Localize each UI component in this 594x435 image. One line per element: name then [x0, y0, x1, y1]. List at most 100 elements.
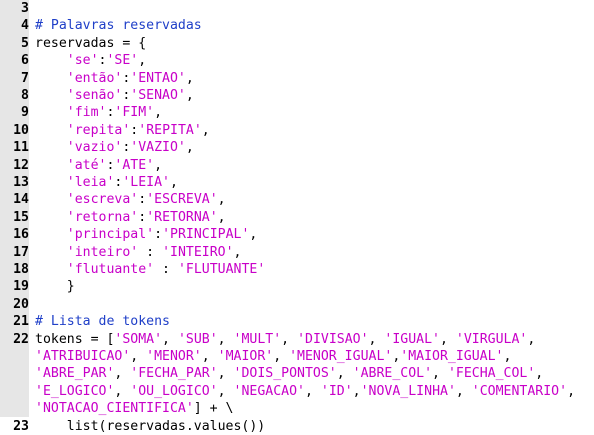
code-text: ,: [217, 383, 234, 399]
code-text: ,: [368, 331, 385, 347]
code-line[interactable]: 23 list(reservadas.values()): [0, 418, 594, 435]
string-literal: 'ABRE_PAR': [35, 366, 115, 382]
string-literal: 'FLUTUANTE': [177, 262, 266, 277]
code-text: ,: [170, 175, 178, 190]
line-number: 6: [21, 53, 29, 69]
string-literal: 'principal': [66, 227, 155, 243]
code-text: reservadas = {: [35, 35, 147, 51]
code-text: ,: [336, 366, 353, 382]
code-text: :: [138, 244, 163, 260]
code-text: ,: [162, 331, 178, 347]
code-text: ,: [201, 122, 210, 138]
code-text: ,: [233, 244, 242, 260]
string-literal: 'retorna': [66, 209, 139, 225]
code-line[interactable]: 9 'fim':'FIM',: [0, 104, 594, 121]
line-number: 22: [13, 331, 29, 347]
code-text: ,: [567, 383, 576, 399]
string-literal: 'MULT': [233, 331, 282, 347]
line-number: 14: [13, 192, 29, 208]
code-text: ,: [217, 192, 226, 208]
code-text: ,: [114, 366, 131, 382]
line-number: 10: [13, 122, 29, 138]
code-comment: # Lista de tokens: [35, 314, 170, 330]
code-text: ,: [352, 383, 361, 399]
string-literal: 'SE': [106, 53, 139, 69]
code-line[interactable]: 13 'leia':'LEIA',: [0, 174, 594, 191]
code-line[interactable]: 21 # Lista de tokens: [0, 313, 594, 330]
code-line[interactable]: 'ABRE_PAR', 'FECHA_PAR', 'DOIS_PONTOS', …: [0, 365, 594, 382]
code-line[interactable]: 17 'inteiro' : 'INTEIRO',: [0, 244, 594, 261]
code-line[interactable]: 19 }: [0, 278, 594, 295]
code-line[interactable]: 7 'então':'ENTAO',: [0, 70, 594, 87]
string-literal: 'INTEIRO': [162, 244, 234, 260]
code-line[interactable]: 16 'principal':'PRINCIPAL',: [0, 226, 594, 243]
code-text: ,: [432, 366, 448, 382]
line-number: 8: [21, 88, 29, 103]
string-literal: 'MAIOR': [217, 349, 274, 364]
code-text: ,: [154, 157, 163, 173]
code-line[interactable]: 11 'vazio':'VAZIO',: [0, 139, 594, 156]
string-literal: 'FECHA_PAR': [130, 366, 218, 382]
line-number: 11: [13, 140, 29, 156]
string-literal: 'leia': [66, 175, 115, 190]
code-line[interactable]: 3: [0, 0, 594, 17]
code-editor[interactable]: 3 4 # Palavras reservadas 5 reservadas = {6 …: [0, 0, 594, 434]
code-line[interactable]: 20: [0, 296, 594, 313]
line-code: 'flutuante' : 'FLUTUANTE': [35, 261, 266, 278]
string-literal: 'ENTAO': [130, 70, 186, 86]
string-literal: 'REPITA': [138, 122, 202, 138]
string-literal: 'até': [66, 157, 107, 173]
line-code: reservadas = {: [35, 35, 146, 52]
line-number: 23: [13, 418, 29, 434]
code-line[interactable]: 5 reservadas = {: [0, 35, 594, 52]
line-code: 'retorna':'RETORNA',: [35, 209, 226, 226]
string-literal: 'DIVISAO': [297, 331, 369, 347]
code-line[interactable]: 12 'até':'ATE',: [0, 157, 594, 174]
code-text: }: [35, 279, 75, 295]
line-code: 'então':'ENTAO',: [35, 70, 194, 87]
string-literal: 'SENAO': [130, 88, 186, 103]
code-line[interactable]: 4 # Palavras reservadas: [0, 17, 594, 34]
line-number: 4: [21, 18, 29, 34]
code-text: ,: [440, 331, 456, 347]
string-literal: 'senão': [66, 88, 123, 103]
line-code: 'E_LOGICO', 'OU_LOGICO', 'NEGACAO', 'ID'…: [35, 383, 575, 400]
string-literal: 'VIRGULA': [455, 331, 528, 347]
code-text: ,: [455, 383, 472, 399]
code-line[interactable]: 'E_LOGICO', 'OU_LOGICO', 'NEGACAO', 'ID'…: [0, 383, 594, 400]
code-line[interactable]: 'NOTACAO_CIENTIFICA'] + \: [0, 400, 594, 417]
code-text: ,: [185, 140, 194, 156]
string-literal: 'IGUAL': [384, 331, 440, 347]
code-line[interactable]: 18 'flutuante' : 'FLUTUANTE': [0, 261, 594, 278]
code-text: ,: [114, 383, 131, 399]
code-text: ,: [503, 349, 512, 364]
string-literal: 'então': [66, 70, 123, 86]
code-text: ,: [527, 331, 536, 347]
string-literal: 'flutuante': [66, 262, 155, 277]
code-line[interactable]: 6 'se':'SE',: [0, 52, 594, 69]
code-line[interactable]: 8 'senão':'SENAO',: [0, 87, 594, 104]
string-literal: 'ATE': [114, 157, 155, 173]
line-code: 'NOTACAO_CIENTIFICA'] + \: [35, 400, 234, 417]
code-line[interactable]: 22 tokens = ['SOMA', 'SUB', 'MULT', 'DIVI…: [0, 331, 594, 348]
code-line[interactable]: 'ATRIBUICAO', 'MENOR', 'MAIOR', 'MENOR_I…: [0, 348, 594, 365]
string-literal: 'LEIA': [122, 175, 170, 190]
string-literal: 'ATRIBUICAO': [35, 349, 131, 364]
code-text: tokens = [: [35, 331, 115, 347]
line-number: 9: [21, 105, 29, 121]
string-literal: 'COMENTARIO': [471, 383, 568, 399]
line-number: 21: [13, 314, 29, 330]
code-text: ,: [217, 366, 234, 382]
string-literal: 'ESCREVA': [146, 192, 218, 208]
line-number: 13: [13, 175, 29, 190]
code-line[interactable]: 10 'repita':'REPITA',: [0, 122, 594, 139]
code-line[interactable]: 15 'retorna':'RETORNA',: [0, 209, 594, 226]
string-literal: 'se': [66, 53, 99, 69]
code-line[interactable]: 14 'escreva':'ESCREVA',: [0, 191, 594, 208]
